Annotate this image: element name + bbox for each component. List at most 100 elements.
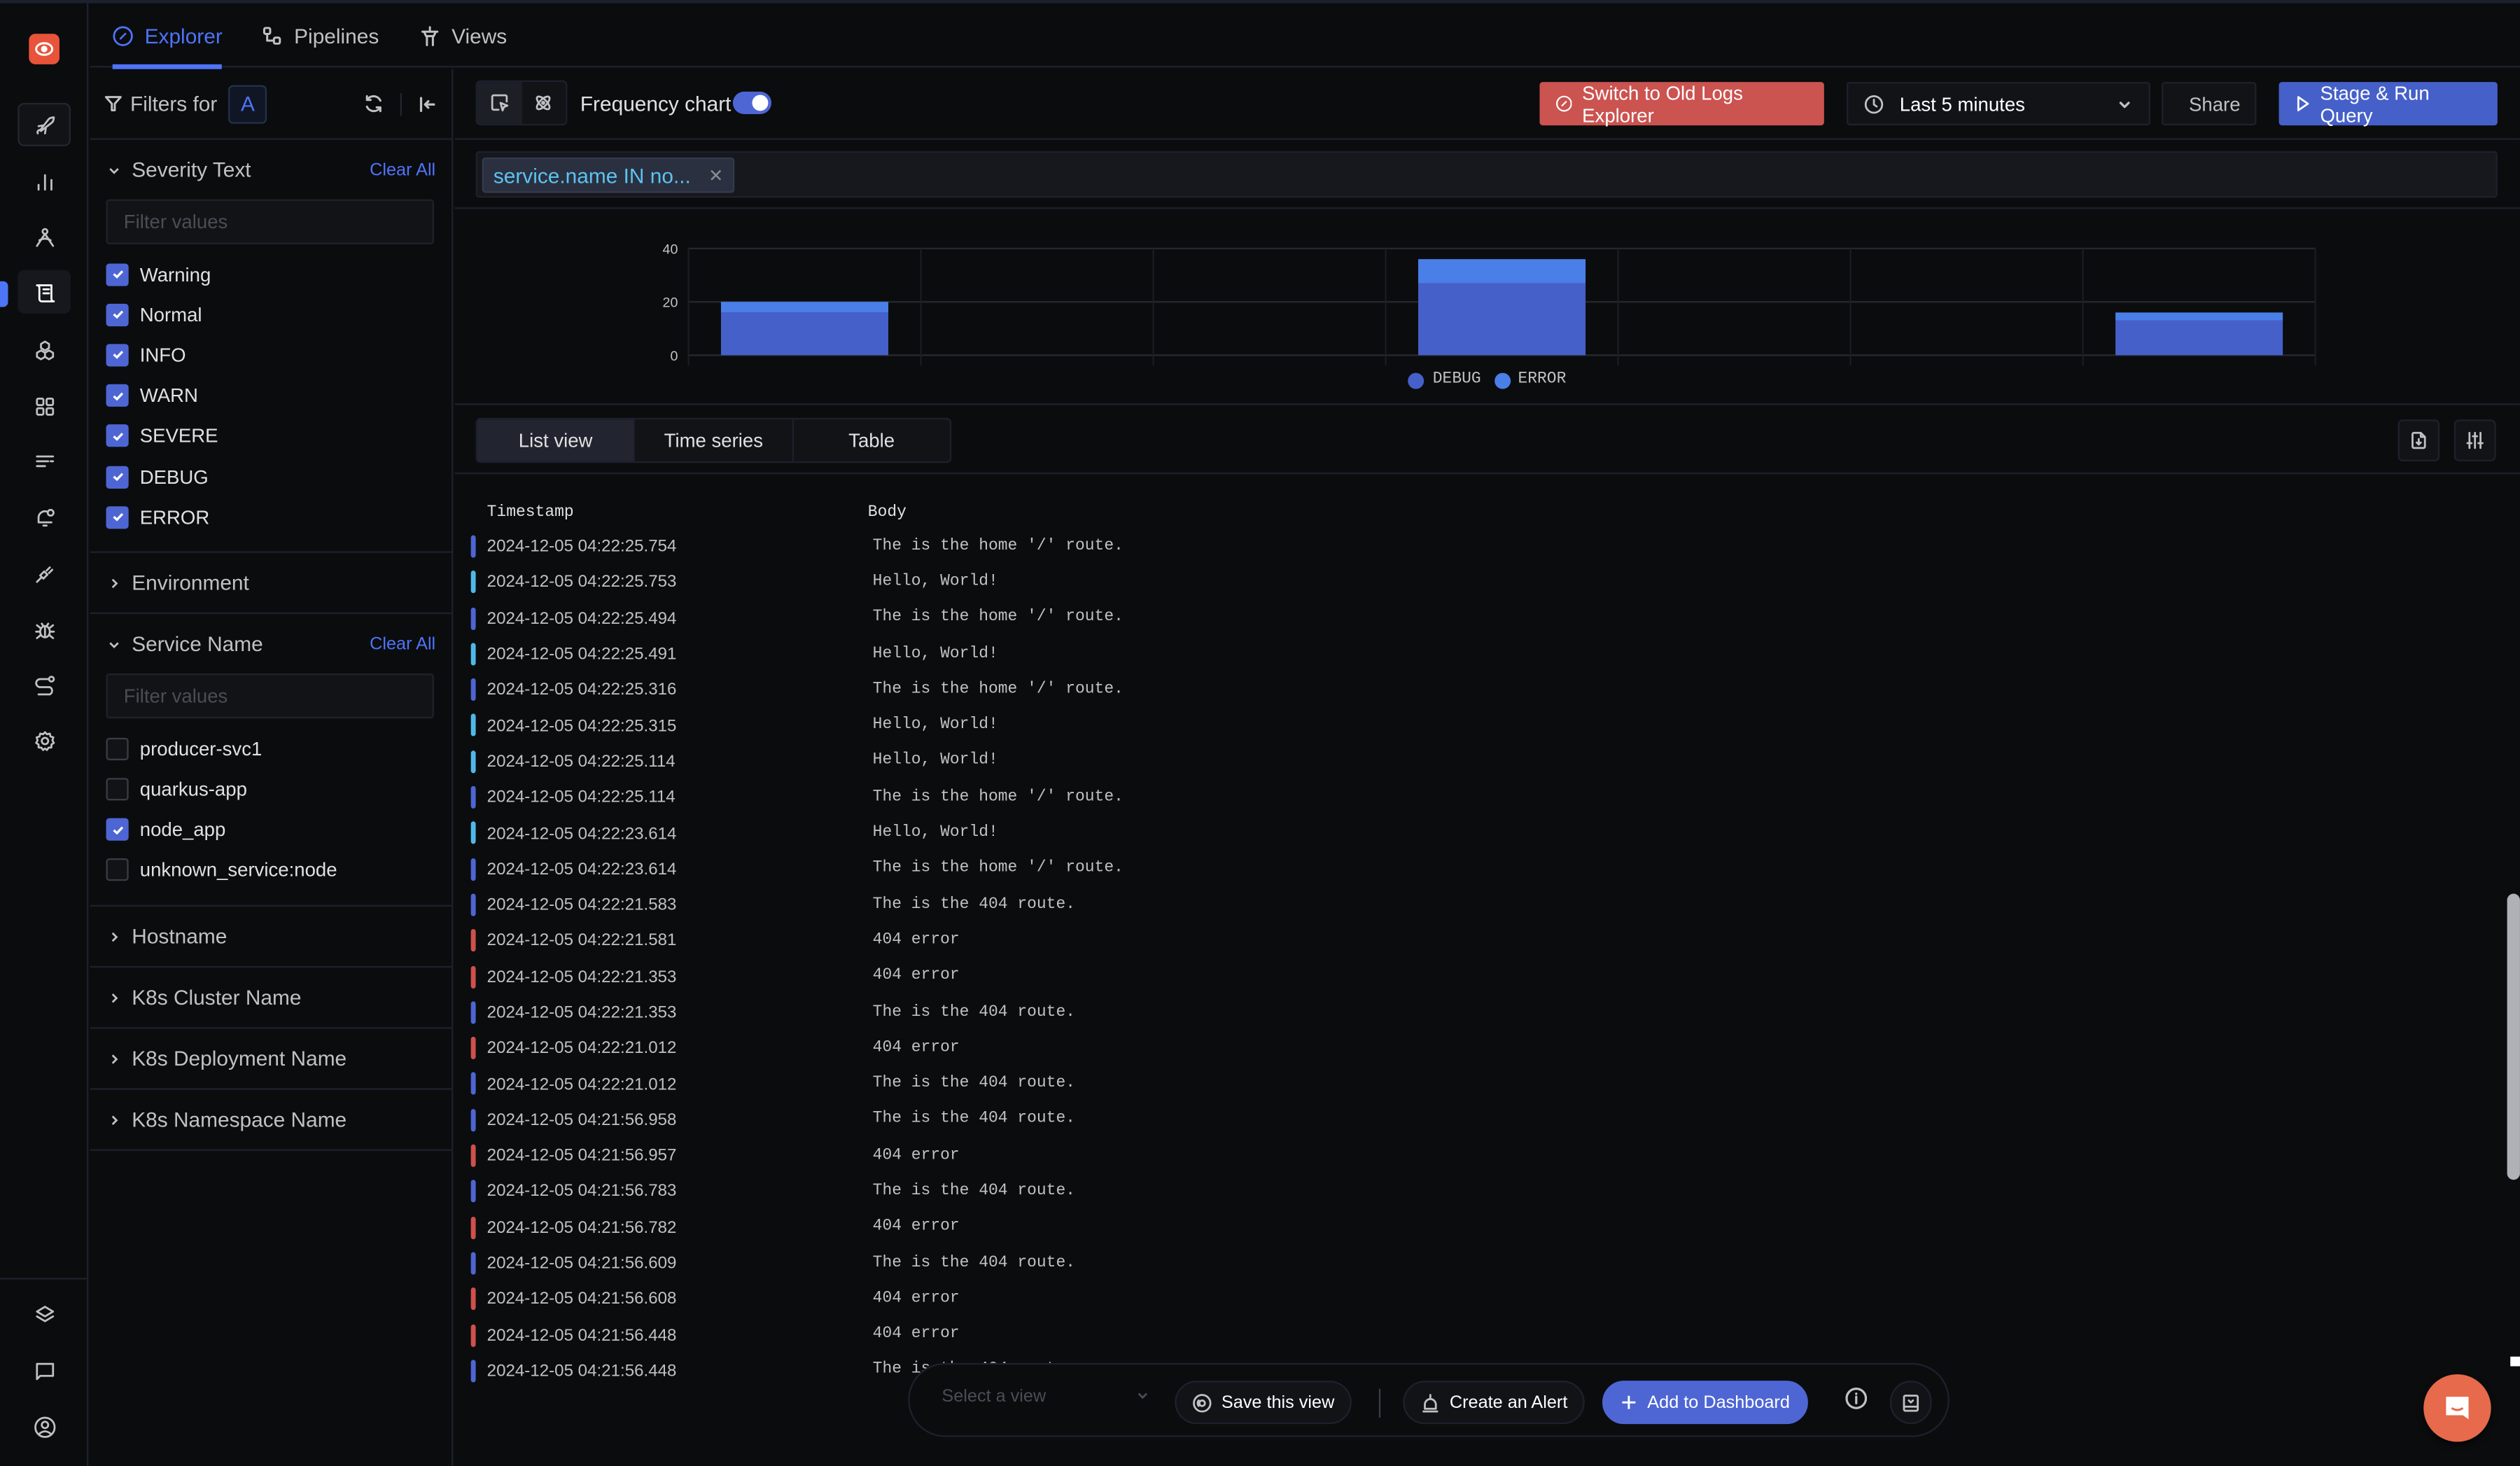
log-row[interactable]: 2024-12-05 04:21:56.782 404 error xyxy=(455,1210,2520,1245)
legend-item[interactable]: ERROR xyxy=(1494,371,1566,389)
tab-views[interactable]: Views xyxy=(419,4,507,68)
filter-section-header[interactable]: K8s Deployment Name xyxy=(90,1029,452,1089)
info-button[interactable] xyxy=(1845,1387,1868,1409)
filter-section-header[interactable]: K8s Cluster Name xyxy=(90,968,452,1027)
switch-old-explorer-button[interactable]: Switch to Old Logs Explorer xyxy=(1539,81,1824,126)
filter-section-header[interactable]: K8s Namespace Name xyxy=(90,1090,452,1150)
share-button[interactable]: Share xyxy=(2161,82,2257,126)
nav-item-profile[interactable] xyxy=(18,1405,71,1448)
nav-item-get-started[interactable] xyxy=(18,102,71,146)
filter-option[interactable]: Warning xyxy=(90,254,452,295)
log-row[interactable]: 2024-12-05 04:21:56.608 404 error xyxy=(455,1281,2520,1317)
logs-scrollbar[interactable] xyxy=(2507,893,2520,1180)
log-row[interactable]: 2024-12-05 04:21:56.783 The is the 404 ro… xyxy=(455,1174,2520,1210)
query-filter-chip[interactable]: service.name IN no... ✕ xyxy=(482,157,735,193)
log-row[interactable]: 2024-12-05 04:22:21.012 The is the 404 ro… xyxy=(455,1066,2520,1102)
time-range-select[interactable]: Last 5 minutes xyxy=(1846,82,2150,126)
log-row[interactable]: 2024-12-05 04:22:25.494 The is the home '… xyxy=(455,601,2520,636)
filter-checkbox[interactable] xyxy=(106,424,129,448)
download-button[interactable] xyxy=(2398,419,2440,461)
log-row[interactable]: 2024-12-05 04:21:56.957 404 error xyxy=(455,1138,2520,1174)
nav-item-dashboards[interactable] xyxy=(18,384,71,428)
format-options-button[interactable] xyxy=(2454,419,2496,461)
collapse-bar-button[interactable] xyxy=(1889,1381,1932,1425)
tab-pipelines[interactable]: Pipelines xyxy=(262,4,379,68)
add-to-dashboard-button[interactable]: Add to Dashboard xyxy=(1602,1381,1808,1425)
filter-option[interactable]: DEBUG xyxy=(90,456,452,497)
log-row[interactable]: 2024-12-05 04:22:25.753 Hello, World! xyxy=(455,565,2520,601)
filter-checkbox[interactable] xyxy=(106,263,129,286)
filter-option[interactable]: SEVERE xyxy=(90,416,452,456)
filter-checkbox[interactable] xyxy=(106,859,129,882)
filter-option[interactable]: INFO xyxy=(90,335,452,375)
query-search-input[interactable]: service.name IN no... ✕ xyxy=(475,151,2498,198)
log-row[interactable]: 2024-12-05 04:22:25.114 Hello, World! xyxy=(455,744,2520,779)
nav-item-integrations[interactable] xyxy=(18,551,71,594)
log-row[interactable]: 2024-12-05 04:21:56.609 The is the 404 ro… xyxy=(455,1245,2520,1281)
filter-option[interactable]: producer-svc1 xyxy=(90,729,452,769)
remove-chip-icon[interactable]: ✕ xyxy=(708,165,723,186)
log-row[interactable]: 2024-12-05 04:22:25.114 The is the home '… xyxy=(455,780,2520,816)
filter-checkbox[interactable] xyxy=(106,303,129,326)
filter-option[interactable]: Normal xyxy=(90,295,452,335)
nav-item-exceptions[interactable] xyxy=(18,608,71,651)
query-builder-view-button[interactable] xyxy=(522,82,566,124)
log-row[interactable]: 2024-12-05 04:22:21.581 404 error xyxy=(455,923,2520,958)
resize-handle[interactable] xyxy=(2510,1356,2520,1367)
nav-item-workspace[interactable] xyxy=(18,1292,71,1336)
filter-values-input[interactable] xyxy=(123,685,416,708)
brand-logo-icon[interactable] xyxy=(29,34,59,64)
support-chat-button[interactable] xyxy=(2423,1374,2491,1442)
nav-item-service-map[interactable] xyxy=(18,662,71,706)
search-view-button[interactable] xyxy=(477,82,522,124)
filter-checkbox[interactable] xyxy=(106,818,129,842)
query-letter-badge[interactable]: A xyxy=(228,84,267,123)
log-row[interactable]: 2024-12-05 04:22:25.315 Hello, World! xyxy=(455,708,2520,744)
log-row[interactable]: 2024-12-05 04:22:25.754 The is the home '… xyxy=(455,529,2520,564)
log-row[interactable]: 2024-12-05 04:22:21.353 404 error xyxy=(455,959,2520,995)
filter-section-header[interactable]: Hostname xyxy=(90,907,452,966)
select-view-dropdown[interactable]: Select a view xyxy=(941,1387,1150,1406)
log-row[interactable]: 2024-12-05 04:21:56.958 The is the 404 ro… xyxy=(455,1102,2520,1138)
nav-item-infrastructure[interactable] xyxy=(18,328,71,371)
tab-explorer[interactable]: Explorer xyxy=(112,4,223,69)
nav-item-services[interactable] xyxy=(18,159,71,202)
nav-item-messaging-queues[interactable] xyxy=(18,439,71,482)
log-row[interactable]: 2024-12-05 04:22:21.012 404 error xyxy=(455,1031,2520,1066)
legend-item[interactable]: DEBUG xyxy=(1408,371,1481,389)
filter-section-header[interactable]: Severity Text Clear All xyxy=(90,140,452,200)
nav-item-settings[interactable] xyxy=(18,718,71,762)
nav-item-traces[interactable] xyxy=(18,216,71,259)
log-row[interactable]: 2024-12-05 04:22:23.614 The is the home '… xyxy=(455,851,2520,887)
view-tab-list-view[interactable]: List view xyxy=(477,419,636,461)
nav-item-logs[interactable] xyxy=(18,270,71,314)
log-row[interactable]: 2024-12-05 04:22:25.491 Hello, World! xyxy=(455,636,2520,672)
filter-section-header[interactable]: Service Name Clear All xyxy=(90,615,452,674)
filter-checkbox[interactable] xyxy=(106,384,129,407)
view-tab-time-series[interactable]: Time series xyxy=(635,419,794,461)
stage-run-query-button[interactable]: Stage & Run Query xyxy=(2278,81,2498,126)
nav-item-support[interactable] xyxy=(18,1348,71,1392)
collapse-panel-icon[interactable] xyxy=(418,94,438,113)
create-alert-button[interactable]: Create an Alert xyxy=(1403,1381,1586,1425)
filter-checkbox[interactable] xyxy=(106,465,129,488)
filter-checkbox[interactable] xyxy=(106,778,129,801)
filter-option[interactable]: node_app xyxy=(90,809,452,850)
filter-section-header[interactable]: Environment xyxy=(90,554,452,613)
log-row[interactable]: 2024-12-05 04:22:21.353 The is the 404 ro… xyxy=(455,995,2520,1031)
log-row[interactable]: 2024-12-05 04:22:21.583 The is the 404 ro… xyxy=(455,887,2520,923)
filter-checkbox[interactable] xyxy=(106,344,129,367)
frequency-chart-toggle[interactable] xyxy=(732,91,772,115)
refresh-icon[interactable] xyxy=(363,93,384,114)
filter-option[interactable]: quarkus-app xyxy=(90,769,452,810)
log-row[interactable]: 2024-12-05 04:22:25.316 The is the home '… xyxy=(455,672,2520,708)
filter-option[interactable]: WARN xyxy=(90,375,452,416)
filter-checkbox[interactable] xyxy=(106,505,129,529)
clear-all-button[interactable]: Clear All xyxy=(370,634,435,654)
log-row[interactable]: 2024-12-05 04:21:56.448 404 error xyxy=(455,1318,2520,1353)
filter-values-input[interactable] xyxy=(123,210,416,233)
save-view-button[interactable]: Save this view xyxy=(1175,1381,1352,1425)
filter-option[interactable]: unknown_service:node xyxy=(90,850,452,891)
log-row[interactable]: 2024-12-05 04:22:23.614 Hello, World! xyxy=(455,816,2520,851)
view-tab-table[interactable]: Table xyxy=(793,419,950,461)
